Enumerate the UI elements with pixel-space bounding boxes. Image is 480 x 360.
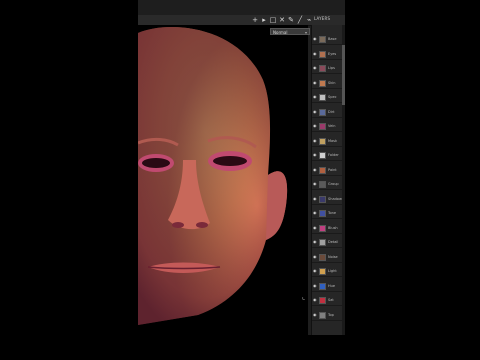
layer-thumbnail [319, 65, 326, 72]
visibility-eye-icon[interactable]: ◉ [313, 312, 317, 317]
visibility-eye-icon[interactable]: ◉ [313, 283, 317, 288]
layer-row[interactable]: ◉ Spec [312, 93, 345, 103]
layer-row[interactable]: ◉ Mask [312, 137, 345, 147]
layer-thumbnail [319, 166, 326, 174]
layer-thumbnail [319, 137, 326, 145]
layer-thumbnail [319, 123, 326, 130]
layer-thumbnail [319, 210, 326, 217]
add-icon[interactable]: + [251, 16, 259, 24]
layer-row[interactable]: ◉ Group [312, 180, 345, 190]
layer-row[interactable]: ◉ Skin [312, 79, 345, 89]
canvas[interactable] [138, 25, 308, 335]
layer-thumbnail [319, 282, 326, 290]
visibility-eye-icon[interactable]: ◉ [313, 153, 317, 157]
layer-thumbnail [319, 268, 326, 275]
layer-row[interactable]: ◉ Shadow [312, 195, 345, 205]
layer-thumbnail [319, 311, 326, 319]
layer-row[interactable]: ◉ Dirt [312, 108, 345, 118]
layer-thumbnail [319, 297, 326, 304]
axis-gizmo-icon: ⌞ [302, 293, 306, 301]
editor-window: + ▸ □ ✕ ✎ ╱ ⌁ LAYERS Normal ▾ ◉ Base ◉ E… [138, 0, 345, 335]
scrollbar-thumb[interactable] [342, 45, 345, 105]
visibility-eye-icon[interactable]: ◉ [313, 124, 317, 128]
layer-row[interactable]: ◉ Noise [312, 253, 345, 263]
layer-row[interactable]: ◉ Base [312, 35, 345, 45]
eyedropper-icon[interactable]: ⌁ [305, 16, 313, 24]
layer-thumbnail [319, 181, 326, 188]
pen-icon[interactable]: ✎ [287, 16, 295, 24]
pointer-icon[interactable]: ▸ [260, 16, 268, 24]
layer-thumbnail [319, 224, 326, 232]
layer-row[interactable]: ◉ Tone [312, 209, 345, 219]
layer-row[interactable]: ◉ Detail [312, 238, 345, 248]
visibility-eye-icon[interactable]: ◉ [313, 196, 317, 201]
layer-thumbnail [319, 36, 326, 43]
layer-thumbnail [319, 94, 326, 101]
visibility-eye-icon[interactable]: ◉ [313, 66, 317, 70]
blend-mode-value: Normal [273, 30, 288, 35]
layer-thumbnail [319, 108, 326, 116]
layer-thumbnail [319, 253, 326, 261]
visibility-eye-icon[interactable]: ◉ [313, 182, 317, 186]
layer-row[interactable]: ◉ Folder [312, 151, 345, 161]
layer-thumbnail [319, 50, 326, 58]
layer-row[interactable]: ◉ Paint [312, 166, 345, 176]
visibility-eye-icon[interactable]: ◉ [313, 269, 317, 273]
visibility-eye-icon[interactable]: ◉ [313, 95, 317, 99]
cross-icon[interactable]: ✕ [278, 16, 286, 24]
layer-thumbnail [319, 152, 326, 159]
layer-row[interactable]: ◉ Eyes [312, 50, 345, 60]
brush-icon[interactable]: ╱ [296, 16, 304, 24]
visibility-eye-icon[interactable]: ◉ [313, 51, 317, 56]
layers-panel-title: LAYERS [314, 16, 331, 21]
blend-mode-select[interactable]: Normal ▾ [270, 28, 310, 35]
visibility-eye-icon[interactable]: ◉ [313, 167, 317, 172]
face-render [138, 27, 288, 325]
visibility-eye-icon[interactable]: ◉ [313, 298, 317, 302]
visibility-eye-icon[interactable]: ◉ [313, 80, 317, 85]
layer-row[interactable]: ◉ Top [312, 311, 345, 321]
square-icon[interactable]: □ [269, 16, 277, 24]
visibility-eye-icon[interactable]: ◉ [313, 37, 317, 41]
visibility-eye-icon[interactable]: ◉ [313, 254, 317, 259]
visibility-eye-icon[interactable]: ◉ [313, 240, 317, 244]
layer-row[interactable]: ◉ Blush [312, 224, 345, 234]
visibility-eye-icon[interactable]: ◉ [313, 225, 317, 230]
visibility-eye-icon[interactable]: ◉ [313, 211, 317, 215]
visibility-eye-icon[interactable]: ◉ [313, 109, 317, 114]
chevron-down-icon: ▾ [304, 30, 307, 35]
layer-row[interactable]: ◉ Hue [312, 282, 345, 292]
layer-row[interactable]: ◉ Light [312, 267, 345, 277]
layer-row[interactable]: ◉ Sat [312, 296, 345, 306]
layer-row[interactable]: ◉ Lips [312, 64, 345, 74]
layer-thumbnail [319, 79, 326, 87]
layer-thumbnail [319, 195, 326, 203]
layer-thumbnail [319, 239, 326, 246]
visibility-eye-icon[interactable]: ◉ [313, 138, 317, 143]
layers-panel: Normal ◉Base◉Eyes◉Lips◉Skin◉Spec◉Dirt◉Ve… [311, 25, 345, 335]
layer-row[interactable]: ◉ Vein [312, 122, 345, 132]
layers-scrollbar[interactable] [342, 25, 345, 335]
